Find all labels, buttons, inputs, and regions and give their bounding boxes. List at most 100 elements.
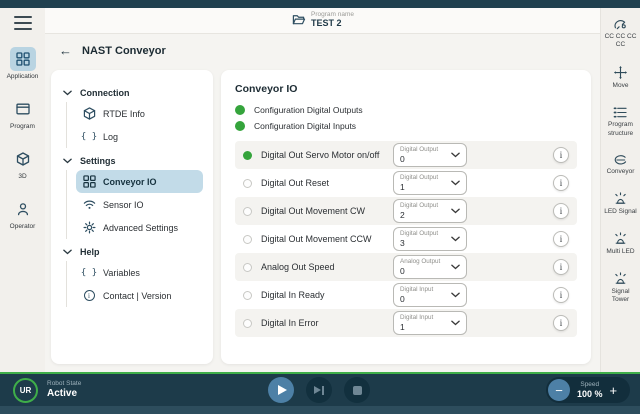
io-select-dropdown[interactable]: Digital Output 0 (393, 143, 467, 167)
nav-item-sensor-io[interactable]: Sensor IO (76, 193, 203, 216)
io-row-label: Digital Out Reset (261, 178, 393, 188)
chevron-down-icon (451, 152, 460, 158)
person-icon (10, 197, 36, 221)
nav-item-advanced-settings[interactable]: Advanced Settings (76, 216, 203, 239)
nav-section-connection[interactable]: Connection (61, 84, 203, 102)
robot-state-label: Robot State (47, 380, 81, 388)
io-select-dropdown[interactable]: Digital Output 3 (393, 227, 467, 251)
nav-item-contact-version[interactable]: i Contact | Version (76, 284, 203, 307)
list-icon (613, 106, 628, 119)
cube-icon (10, 147, 36, 171)
chevron-down-icon (451, 292, 460, 298)
chevron-down-icon (451, 264, 460, 270)
footer-strip (0, 406, 640, 414)
play-icon (278, 385, 287, 395)
step-button[interactable] (306, 377, 332, 403)
nav-section-settings[interactable]: Settings (61, 152, 203, 170)
hamburger-menu-icon[interactable] (14, 16, 32, 30)
rail-item-label: CC CC CC CC (604, 33, 638, 49)
rail-item-label: LED Signal (604, 208, 638, 216)
top-bar (0, 0, 640, 8)
rail-item-signal-tower[interactable]: Signal Tower (604, 272, 638, 304)
rail-item-led-signal[interactable]: LED Signal (604, 192, 638, 216)
io-value: 0 (400, 294, 447, 304)
info-icon[interactable]: i (553, 287, 569, 303)
status-text: Configuration Digital Outputs (254, 105, 363, 115)
status-ok-icon (235, 105, 245, 115)
status-line: Configuration Digital Inputs (235, 121, 577, 131)
io-rows: Digital Out Servo Motor on/off Digital O… (235, 141, 577, 337)
cube-icon (82, 107, 96, 120)
rail-item-label: Application (7, 73, 39, 80)
status-dot (243, 263, 252, 272)
nav-section-help[interactable]: Help (61, 243, 203, 261)
info-icon[interactable]: i (553, 203, 569, 219)
io-value: 0 (400, 266, 447, 276)
speed-decrease-button[interactable]: − (548, 379, 570, 401)
io-row-label: Digital In Ready (261, 290, 393, 300)
nav-item-label: RTDE Info (103, 109, 145, 119)
io-row-servo-motor: Digital Out Servo Motor on/off Digital O… (235, 141, 577, 169)
rail-item-program-structure[interactable]: Program structure (604, 106, 638, 137)
transport-controls (268, 377, 370, 403)
robot-state: Robot State Active (47, 380, 81, 400)
rail-item-application[interactable]: Application (7, 47, 39, 80)
io-select-dropdown[interactable]: Digital Input 0 (393, 283, 467, 307)
io-type-label: Digital Output (400, 202, 447, 210)
play-button[interactable] (268, 377, 294, 403)
rail-item-multi-led[interactable]: Multi LED (604, 232, 638, 256)
status-text: Configuration Digital Inputs (254, 121, 356, 131)
status-line: Configuration Digital Outputs (235, 105, 577, 115)
footer: UR Robot State Active − Speed 100 % + (0, 372, 640, 414)
nav-item-conveyor-io[interactable]: Conveyor IO (76, 170, 203, 193)
program-info[interactable]: Program name TEST 2 (291, 11, 354, 29)
io-select-dropdown[interactable]: Digital Input 1 (393, 311, 467, 335)
main-content: ← NAST Conveyor Connection RTDE Info { }… (45, 34, 600, 372)
io-select-dropdown[interactable]: Analog Output 0 (393, 255, 467, 279)
rail-item-move[interactable]: Move (604, 65, 638, 90)
rail-item-label: Program structure (604, 121, 638, 137)
io-select-dropdown[interactable]: Digital Output 1 (393, 171, 467, 195)
status-dot (243, 291, 252, 300)
back-arrow-icon[interactable]: ← (59, 44, 72, 57)
speed-value: 100 % (577, 389, 603, 399)
nav-item-label: Log (103, 132, 118, 142)
move-icon (613, 65, 628, 80)
left-rail: Application Program 3D Operator (0, 8, 45, 372)
gripper-icon (613, 18, 628, 31)
nav-item-log[interactable]: { } Log (76, 125, 203, 148)
io-row-in-ready: Digital In Ready Digital Input 0 i (235, 281, 577, 309)
skip-icon (314, 386, 324, 395)
speed-increase-button[interactable]: + (610, 383, 618, 398)
conveyor-io-panel: Conveyor IO Configuration Digital Output… (221, 70, 591, 364)
led-icon (613, 192, 628, 206)
grid-icon (10, 47, 36, 71)
io-select-dropdown[interactable]: Digital Output 2 (393, 199, 467, 223)
rail-item-gripper[interactable]: CC CC CC CC (604, 18, 638, 49)
rail-item-label: Multi LED (604, 248, 638, 256)
status-dot (243, 179, 252, 188)
rail-item-3d[interactable]: 3D (10, 147, 36, 180)
stop-button[interactable] (344, 377, 370, 403)
info-icon[interactable]: i (553, 259, 569, 275)
panel-title: Conveyor IO (235, 83, 577, 95)
program-name: TEST 2 (311, 18, 354, 28)
chevron-down-icon (451, 236, 460, 242)
program-name-label: Program name (311, 11, 354, 18)
braces-icon: { } (82, 268, 96, 278)
io-value: 3 (400, 238, 447, 248)
rail-item-operator[interactable]: Operator (10, 197, 36, 230)
info-icon[interactable]: i (553, 175, 569, 191)
info-icon[interactable]: i (553, 315, 569, 331)
nav-item-rtde-info[interactable]: RTDE Info (76, 102, 203, 125)
rail-item-program[interactable]: Program (10, 97, 36, 130)
io-type-label: Digital Output (400, 230, 447, 238)
io-value: 0 (400, 154, 447, 164)
info-icon[interactable]: i (553, 147, 569, 163)
nav-item-variables[interactable]: { } Variables (76, 261, 203, 284)
led-icon (613, 232, 628, 246)
nav-item-label: Variables (103, 268, 140, 278)
rail-item-conveyor[interactable]: Conveyor (604, 154, 638, 176)
rail-item-label: Conveyor (604, 168, 638, 176)
info-icon[interactable]: i (553, 231, 569, 247)
